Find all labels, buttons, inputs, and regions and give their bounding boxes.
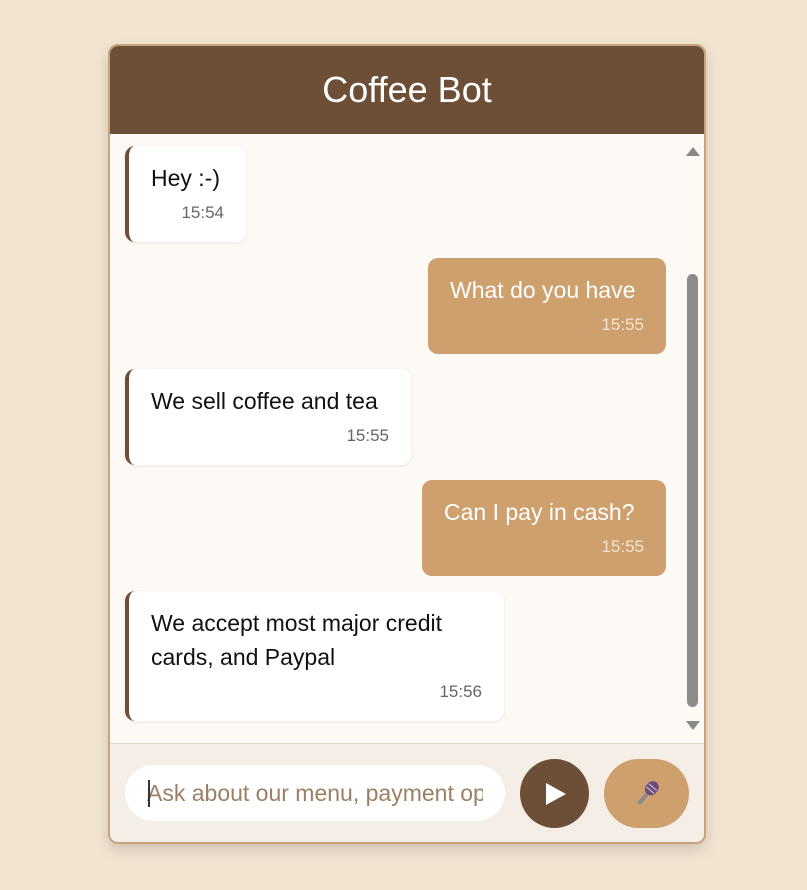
- microphone-button[interactable]: [604, 759, 689, 828]
- message-input[interactable]: [125, 765, 505, 821]
- message-text: Hey :-): [151, 165, 220, 191]
- user-message: What do you have 15:55: [428, 258, 666, 354]
- play-icon: [545, 782, 566, 805]
- scrollbar-thumb[interactable]: [687, 274, 698, 707]
- scroll-down-arrow-icon[interactable]: [686, 721, 700, 730]
- input-bar: [110, 743, 704, 842]
- bot-message: Hey :-) 15:54: [125, 146, 246, 242]
- message-text: We sell coffee and tea: [151, 388, 378, 414]
- send-button[interactable]: [520, 759, 589, 828]
- bot-message: We sell coffee and tea 15:55: [125, 369, 411, 465]
- chat-window: Coffee Bot Hey :-) 15:54 What do you hav…: [108, 44, 706, 844]
- message-text: What do you have: [450, 277, 636, 303]
- user-message: Can I pay in cash? 15:55: [422, 480, 666, 576]
- microphone-icon: [637, 780, 659, 805]
- bot-message: We accept most major credit cards, and P…: [125, 591, 504, 721]
- message-text: We accept most major credit cards, and P…: [151, 610, 443, 670]
- message-text: Can I pay in cash?: [444, 499, 635, 525]
- message-time: 15:55: [346, 426, 389, 445]
- message-time: 15:56: [439, 682, 482, 701]
- chat-header: Coffee Bot: [110, 46, 704, 134]
- scroll-up-arrow-icon[interactable]: [686, 147, 700, 156]
- message-scrollbar[interactable]: [682, 134, 704, 743]
- text-caret: [148, 780, 150, 807]
- message-list[interactable]: Hey :-) 15:54 What do you have 15:55 We …: [110, 134, 704, 743]
- message-time: 15:55: [601, 315, 644, 334]
- chat-title: Coffee Bot: [322, 69, 492, 110]
- message-time: 15:54: [181, 203, 224, 222]
- message-time: 15:55: [601, 537, 644, 556]
